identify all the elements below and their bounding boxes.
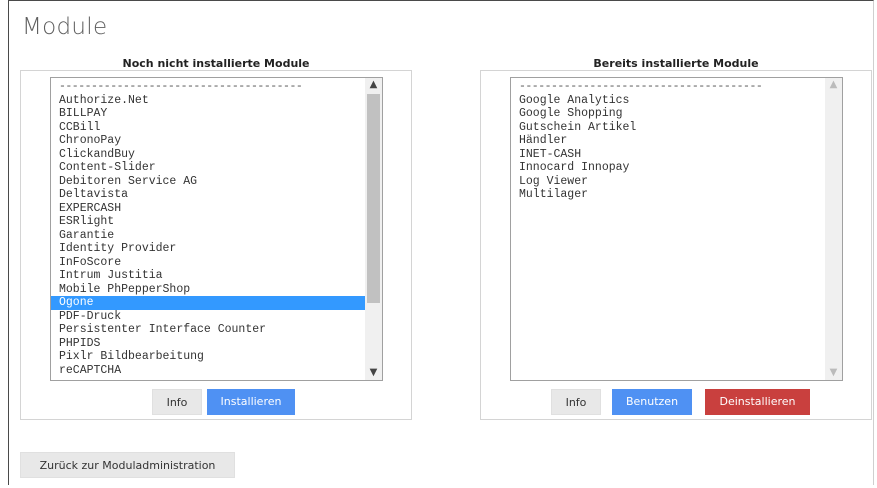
list-item[interactable]: Ogone	[51, 296, 365, 310]
uninstalled-modules-items: -------------------------------------- Au…	[51, 80, 365, 377]
list-item[interactable]: Google Shopping	[511, 107, 825, 121]
uninstalled-modules-panel: -------------------------------------- Au…	[20, 70, 412, 420]
list-item[interactable]: InFoScore	[51, 256, 365, 270]
uninstalled-modules-list[interactable]: -------------------------------------- Au…	[50, 77, 383, 381]
list-item[interactable]: ESRlight	[51, 215, 365, 229]
chevron-up-icon[interactable]: ▲	[825, 78, 842, 92]
chevron-up-icon[interactable]: ▲	[365, 78, 382, 92]
list-item[interactable]: Garantie	[51, 229, 365, 243]
list-item[interactable]: Log Viewer	[511, 175, 825, 189]
list-item[interactable]: Debitoren Service AG	[51, 175, 365, 189]
list-item[interactable]: reCAPTCHA	[51, 364, 365, 378]
list-item[interactable]: Google Analytics	[511, 94, 825, 108]
list-item[interactable]: Multilager	[511, 188, 825, 202]
chevron-down-icon[interactable]: ▼	[365, 366, 382, 380]
list-item[interactable]: Intrum Justitia	[51, 269, 365, 283]
list-separator[interactable]: --------------------------------------	[511, 80, 825, 94]
list-item[interactable]: Pixlr Bildbearbeitung	[51, 350, 365, 364]
uninstalled-modules-heading: Noch nicht installierte Module	[122, 57, 310, 70]
list-separator[interactable]: --------------------------------------	[51, 80, 365, 94]
list-item[interactable]: Gutschein Artikel	[511, 121, 825, 135]
installed-modules-heading: Bereits installierte Module	[593, 57, 759, 70]
installed-modules-items: -------------------------------------- Go…	[511, 80, 825, 202]
scrollbar-thumb[interactable]	[367, 94, 380, 303]
list-item[interactable]: PHPIDS	[51, 337, 365, 351]
use-button[interactable]: Benutzen	[612, 389, 692, 415]
list-item[interactable]: CCBill	[51, 121, 365, 135]
install-button[interactable]: Installieren	[207, 389, 295, 415]
uninstalled-list-scrollbar[interactable]: ▲ ▼	[365, 78, 382, 380]
list-item[interactable]: INET-CASH	[511, 148, 825, 162]
installed-modules-list[interactable]: -------------------------------------- Go…	[510, 77, 843, 381]
list-item[interactable]: EXPERCASH	[51, 202, 365, 216]
list-item[interactable]: Innocard Innopay	[511, 161, 825, 175]
installed-list-scrollbar[interactable]: ▲ ▼	[825, 78, 842, 380]
list-item[interactable]: ClickandBuy	[51, 148, 365, 162]
info-button-uninstalled[interactable]: Info	[152, 389, 202, 415]
list-item[interactable]: Deltavista	[51, 188, 365, 202]
list-item[interactable]: Authorize.Net	[51, 94, 365, 108]
installed-modules-panel: -------------------------------------- Go…	[480, 70, 872, 420]
chevron-down-icon[interactable]: ▼	[825, 366, 842, 380]
list-item[interactable]: BILLPAY	[51, 107, 365, 121]
back-to-module-admin-button[interactable]: Zurück zur Moduladministration	[20, 452, 235, 478]
list-item[interactable]: Content-Slider	[51, 161, 365, 175]
list-item[interactable]: Persistenter Interface Counter	[51, 323, 365, 337]
info-button-installed[interactable]: Info	[551, 389, 601, 415]
list-item[interactable]: PDF-Druck	[51, 310, 365, 324]
list-item[interactable]: Händler	[511, 134, 825, 148]
page-title: Module	[22, 14, 108, 40]
uninstall-button[interactable]: Deinstallieren	[705, 389, 810, 415]
list-item[interactable]: Mobile PhPepperShop	[51, 283, 365, 297]
list-item[interactable]: Identity Provider	[51, 242, 365, 256]
list-item[interactable]: ChronoPay	[51, 134, 365, 148]
